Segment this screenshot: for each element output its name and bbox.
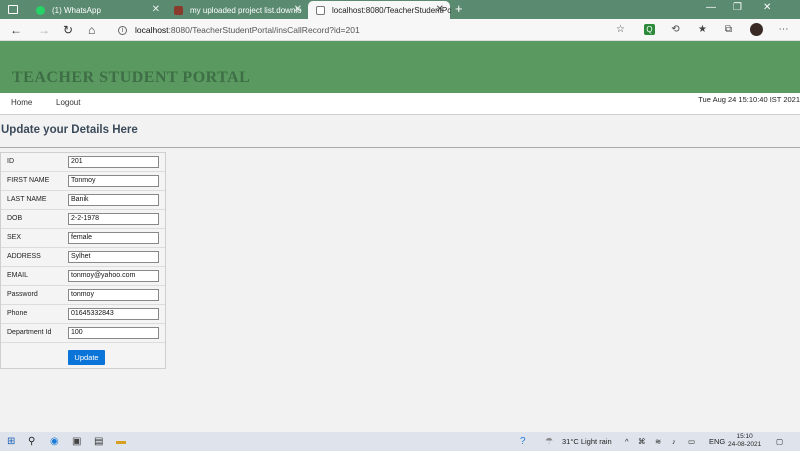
close-tab-icon[interactable]: ✕ [294,4,302,15]
address-bar-row: ← → ↻ ⌂ i localhost:8080/TeacherStudentP… [0,19,800,41]
close-tab-icon[interactable]: ✕ [152,4,160,15]
tray-battery-icon[interactable]: ▭ [688,437,695,446]
field-label: SEX [7,234,22,241]
weather-icon: ☂ [545,436,554,446]
form-row-first-name: FIRST NAME Tonmoy [1,172,165,191]
weather-text[interactable]: 31°C Light rain [562,437,612,446]
new-tab-icon[interactable]: + [455,1,463,16]
help-icon[interactable]: ? [520,435,526,448]
field-label: ADDRESS [7,253,41,260]
forward-icon[interactable]: → [38,23,50,37]
back-icon[interactable]: ← [10,23,22,37]
field-label: Department Id [7,329,52,336]
profile-avatar[interactable] [750,23,763,36]
tray-volume-icon[interactable]: ♪ [672,437,676,446]
address-path: :8080/TeacherStudentPortal/insCallRecord… [168,25,360,35]
phone-field[interactable]: 01645332843 [68,308,159,320]
form-row-department-id: Department Id 100 [1,324,165,343]
divider [0,147,800,148]
search-icon[interactable]: ⚲ [28,435,35,448]
edge-browser-icon[interactable]: ◉ [50,435,59,448]
field-label: EMAIL [7,272,29,279]
update-button[interactable]: Update [68,350,105,365]
menu-home-link[interactable]: Home [11,98,32,107]
whatsapp-icon [36,5,45,15]
extension-icon[interactable]: Q [644,24,655,35]
site-header: TEACHER STUDENT PORTAL [0,41,800,93]
tab-title: (1) WhatsApp [52,5,101,15]
site-brand: TEACHER STUDENT PORTAL [12,69,251,86]
favorites-icon[interactable]: ★ [697,24,708,35]
browser-tab-strip: (1) WhatsApp ✕ my uploaded project list.… [0,0,800,19]
form-row-password: Password tonmoy [1,286,165,305]
site-menu-bar: Home Logout Tue Aug 24 15:10:40 IST 2021 [0,93,800,115]
tray-chevron-icon[interactable]: ^ [625,437,629,446]
current-datetime: Tue Aug 24 15:10:40 IST 2021 [698,95,800,104]
more-menu-icon[interactable]: ⋯ [778,24,789,35]
home-icon[interactable]: ⌂ [88,23,95,37]
tab-title: my uploaded project list.downlo [190,5,302,15]
form-row-last-name: LAST NAME Banik [1,191,165,210]
notification-icon[interactable]: ▢ [776,437,783,446]
field-label: ID [7,158,14,165]
taskbar: ⊞ ⚲ ◉ ▣ ▤ ▬ ? ☂ 31°C Light rain ^ ⌘ ≋ ♪ … [0,432,800,451]
sex-field[interactable]: female [68,232,159,244]
form-row-dob: DOB 2-2-1978 [1,210,165,229]
page-title: Update your Details Here [1,124,138,136]
tab-project-list[interactable]: my uploaded project list.downlo ✕ [166,1,308,19]
department-id-field[interactable]: 100 [68,327,159,339]
close-tab-icon[interactable]: ✕ [436,4,444,15]
favorite-star-icon[interactable]: ☆ [615,24,626,35]
last-name-field[interactable]: Banik [68,194,159,206]
clock-time: 15:10 [736,433,753,440]
field-label: Password [7,291,38,298]
field-label: FIRST NAME [7,177,50,184]
dob-field[interactable]: 2-2-1978 [68,213,159,225]
field-label: Phone [7,310,28,317]
email-field[interactable]: tonmoy@yahoo.com [68,270,159,282]
language-indicator[interactable]: ENG [709,437,725,446]
site-icon [174,5,183,15]
site-info-icon[interactable]: i [118,25,127,35]
password-field[interactable]: tonmoy [68,289,159,301]
system-clock[interactable]: 15:10 24-08-2021 [728,433,761,449]
collections-icon[interactable]: ⧉ [723,24,734,35]
refresh-icon[interactable]: ↻ [63,23,73,37]
close-window-icon[interactable]: ✕ [763,2,771,13]
form-row-email: EMAIL tonmoy@yahoo.com [1,267,165,286]
extensions-puzzle-icon[interactable]: ⟲ [670,24,681,35]
address-field[interactable]: i localhost:8080/TeacherStudentPortal/in… [118,22,598,38]
address-field-input[interactable]: Sylhet [68,251,159,263]
restore-icon[interactable]: ❐ [733,2,742,13]
windows-start-icon[interactable]: ⊞ [7,435,15,448]
field-label: LAST NAME [7,196,47,203]
form-row-phone: Phone 01645332843 [1,305,165,324]
tab-whatsapp[interactable]: (1) WhatsApp ✕ [28,1,166,19]
update-form: ID 201 FIRST NAME Tonmoy LAST NAME Banik… [0,152,166,369]
tray-network-icon[interactable]: ⌘ [638,437,646,446]
field-label: DOB [7,215,23,222]
tray-wifi-icon[interactable]: ≋ [655,437,661,446]
tab-localhost[interactable]: localhost:8080/TeacherStudentPc ✕ [308,1,452,19]
id-field[interactable]: 201 [68,156,159,168]
tab-title: localhost:8080/TeacherStudentPc [332,5,452,15]
file-explorer-icon[interactable]: ▬ [116,435,126,448]
terminal-icon[interactable]: ▤ [94,435,103,448]
tab-actions-icon[interactable] [8,5,18,14]
first-name-field[interactable]: Tonmoy [68,175,159,187]
clock-date: 24-08-2021 [728,441,762,448]
page-icon [316,5,325,15]
form-row-sex: SEX female [1,229,165,248]
form-row-id: ID 201 [1,153,165,172]
app-icon[interactable]: ▣ [72,435,81,448]
minimize-icon[interactable]: — [706,2,716,13]
address-host: localhost [135,25,169,35]
form-row-address: ADDRESS Sylhet [1,248,165,267]
menu-logout-link[interactable]: Logout [56,98,80,107]
